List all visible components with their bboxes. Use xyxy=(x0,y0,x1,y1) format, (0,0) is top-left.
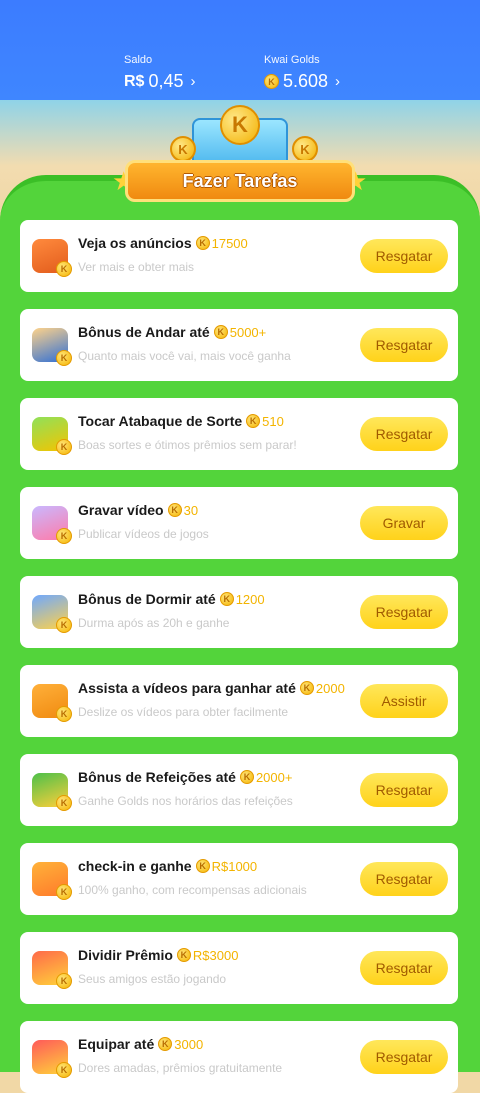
task-action-button[interactable]: Resgatar xyxy=(360,1040,448,1074)
task-reward: 17500 xyxy=(211,235,248,251)
kwai-coin-icon: K xyxy=(292,136,318,162)
task-title: Veja os anúncios xyxy=(78,235,192,251)
walking-boy-icon: K xyxy=(28,323,72,367)
task-subtitle: Quanto mais você vai, mais você ganha xyxy=(78,349,291,363)
kwai-coin-icon: K xyxy=(158,1037,173,1051)
task-action-button[interactable]: Resgatar xyxy=(360,239,448,273)
camera-icon: K xyxy=(28,679,72,723)
saldo-stat[interactable]: Saldo R$ 0,45 › xyxy=(124,54,196,92)
task-action-button[interactable]: Resgatar xyxy=(360,862,448,896)
golds-label: Kwai Golds xyxy=(264,54,320,66)
task-reward: 2000 xyxy=(315,680,345,696)
kwai-coin-icon: K xyxy=(56,261,72,277)
task-card: K check-in e ganhe K R$1000 100% ganho, … xyxy=(20,843,458,915)
saldo-value: 0,45 xyxy=(148,71,184,91)
task-card: K Gravar vídeo K 30 Publicar vídeos de j… xyxy=(20,487,458,559)
tv-icon: K xyxy=(28,234,72,278)
task-title: Dividir Prêmio xyxy=(78,947,173,963)
chevron-right-icon: › xyxy=(190,73,196,90)
kwai-coin-icon: K xyxy=(56,1062,72,1078)
task-action-button[interactable]: Resgatar xyxy=(360,595,448,629)
equip-icon: K xyxy=(28,1035,72,1079)
task-title: Tocar Atabaque de Sorte xyxy=(78,413,243,429)
task-action-button[interactable]: Resgatar xyxy=(360,951,448,985)
task-action-button[interactable]: Gravar xyxy=(360,506,448,540)
task-title: Assista a vídeos para ganhar até xyxy=(78,680,296,696)
saldo-label: Saldo xyxy=(124,54,153,66)
calendar-icon: K xyxy=(28,857,72,901)
kwai-coin-icon: K xyxy=(246,414,261,428)
task-title: Bônus de Refeições até xyxy=(78,769,236,785)
kwai-coin-icon: K xyxy=(56,439,72,455)
golds-value: 5.608 xyxy=(283,71,329,91)
task-subtitle: Dores amadas, prêmios gratuitamente xyxy=(78,1061,283,1075)
task-card: K Bônus de Refeições até K 2000+ Ganhe G… xyxy=(20,754,458,826)
kwai-coin-icon: K xyxy=(56,528,72,544)
task-title: Bônus de Andar até xyxy=(78,324,210,340)
task-subtitle: Deslize os vídeos para obter facilmente xyxy=(78,705,289,719)
task-reward: R$1000 xyxy=(211,858,258,874)
task-card: K Equipar até K 3000 Dores amadas, prêmi… xyxy=(20,1021,458,1093)
kwai-coin-icon: K xyxy=(299,681,314,695)
kwai-coin-icon: K xyxy=(195,859,210,873)
task-subtitle: Durma após as 20h e ganhe xyxy=(78,616,230,630)
kwai-coin-icon: K xyxy=(239,770,254,784)
task-reward: R$3000 xyxy=(192,947,239,963)
kwai-coin-icon: K xyxy=(56,795,72,811)
task-reward: 30 xyxy=(183,502,199,518)
task-reward: 3000 xyxy=(174,1036,204,1052)
kwai-coin-icon: K xyxy=(264,74,279,89)
kwai-coin-icon: K xyxy=(56,973,72,989)
task-reward: 1200 xyxy=(235,591,265,607)
kwai-coin-icon: K xyxy=(56,884,72,900)
task-card: K Bônus de Dormir até K 1200 Durma após … xyxy=(20,576,458,648)
task-reward: 510 xyxy=(262,413,284,429)
saldo-currency: R$ xyxy=(124,72,145,90)
gift-icon: K xyxy=(28,946,72,990)
kwai-coin-icon: K xyxy=(56,706,72,722)
task-card: K Assista a vídeos para ganhar até K 200… xyxy=(20,665,458,737)
task-card: K Dividir Prêmio K R$3000 Seus amigos es… xyxy=(20,932,458,1004)
task-subtitle: Publicar vídeos de jogos xyxy=(78,527,209,541)
kwai-coin-icon: K xyxy=(176,948,191,962)
kwai-coin-icon: K xyxy=(167,503,182,517)
banner-title: Fazer Tarefas xyxy=(125,160,355,202)
kwai-coin-icon: K xyxy=(170,136,196,162)
kwai-big-coin-icon: K xyxy=(220,105,260,145)
chevron-right-icon: › xyxy=(335,73,341,90)
task-action-button[interactable]: Resgatar xyxy=(360,328,448,362)
task-action-button[interactable]: Resgatar xyxy=(360,773,448,807)
kwai-coin-icon: K xyxy=(56,350,72,366)
task-reward: 5000+ xyxy=(229,324,267,340)
kwai-coin-icon: K xyxy=(56,617,72,633)
task-subtitle: Seus amigos estão jogando xyxy=(78,972,227,986)
task-subtitle: Boas sortes e ótimos prêmios sem parar! xyxy=(78,438,297,452)
sleep-moon-icon: K xyxy=(28,590,72,634)
top-header: Saldo R$ 0,45 › Kwai Golds K 5.608 › xyxy=(0,0,480,100)
drum-icon: K xyxy=(28,412,72,456)
task-card: K Bônus de Andar até K 5000+ Quanto mais… xyxy=(20,309,458,381)
task-title: Gravar vídeo xyxy=(78,502,164,518)
meal-icon: K xyxy=(28,768,72,812)
task-action-button[interactable]: Assistir xyxy=(360,684,448,718)
golds-stat[interactable]: Kwai Golds K 5.608 › xyxy=(264,54,340,92)
kwai-coin-icon: K xyxy=(213,325,228,339)
task-card: K Veja os anúncios K 17500 Ver mais e ob… xyxy=(20,220,458,292)
kwai-coin-icon: K xyxy=(219,592,234,606)
task-title: check-in e ganhe xyxy=(78,858,192,874)
task-reward: 2000+ xyxy=(255,769,293,785)
task-subtitle: 100% ganho, com recompensas adicionais xyxy=(78,883,307,897)
kwai-coin-icon: K xyxy=(195,236,210,250)
task-subtitle: Ganhe Golds nos horários das refeições xyxy=(78,794,293,808)
video-record-icon: K xyxy=(28,501,72,545)
task-subtitle: Ver mais e obter mais xyxy=(78,260,195,274)
task-card: K Tocar Atabaque de Sorte K 510 Boas sor… xyxy=(20,398,458,470)
task-action-button[interactable]: Resgatar xyxy=(360,417,448,451)
task-title: Equipar até xyxy=(78,1036,155,1052)
task-title: Bônus de Dormir até xyxy=(78,591,216,607)
